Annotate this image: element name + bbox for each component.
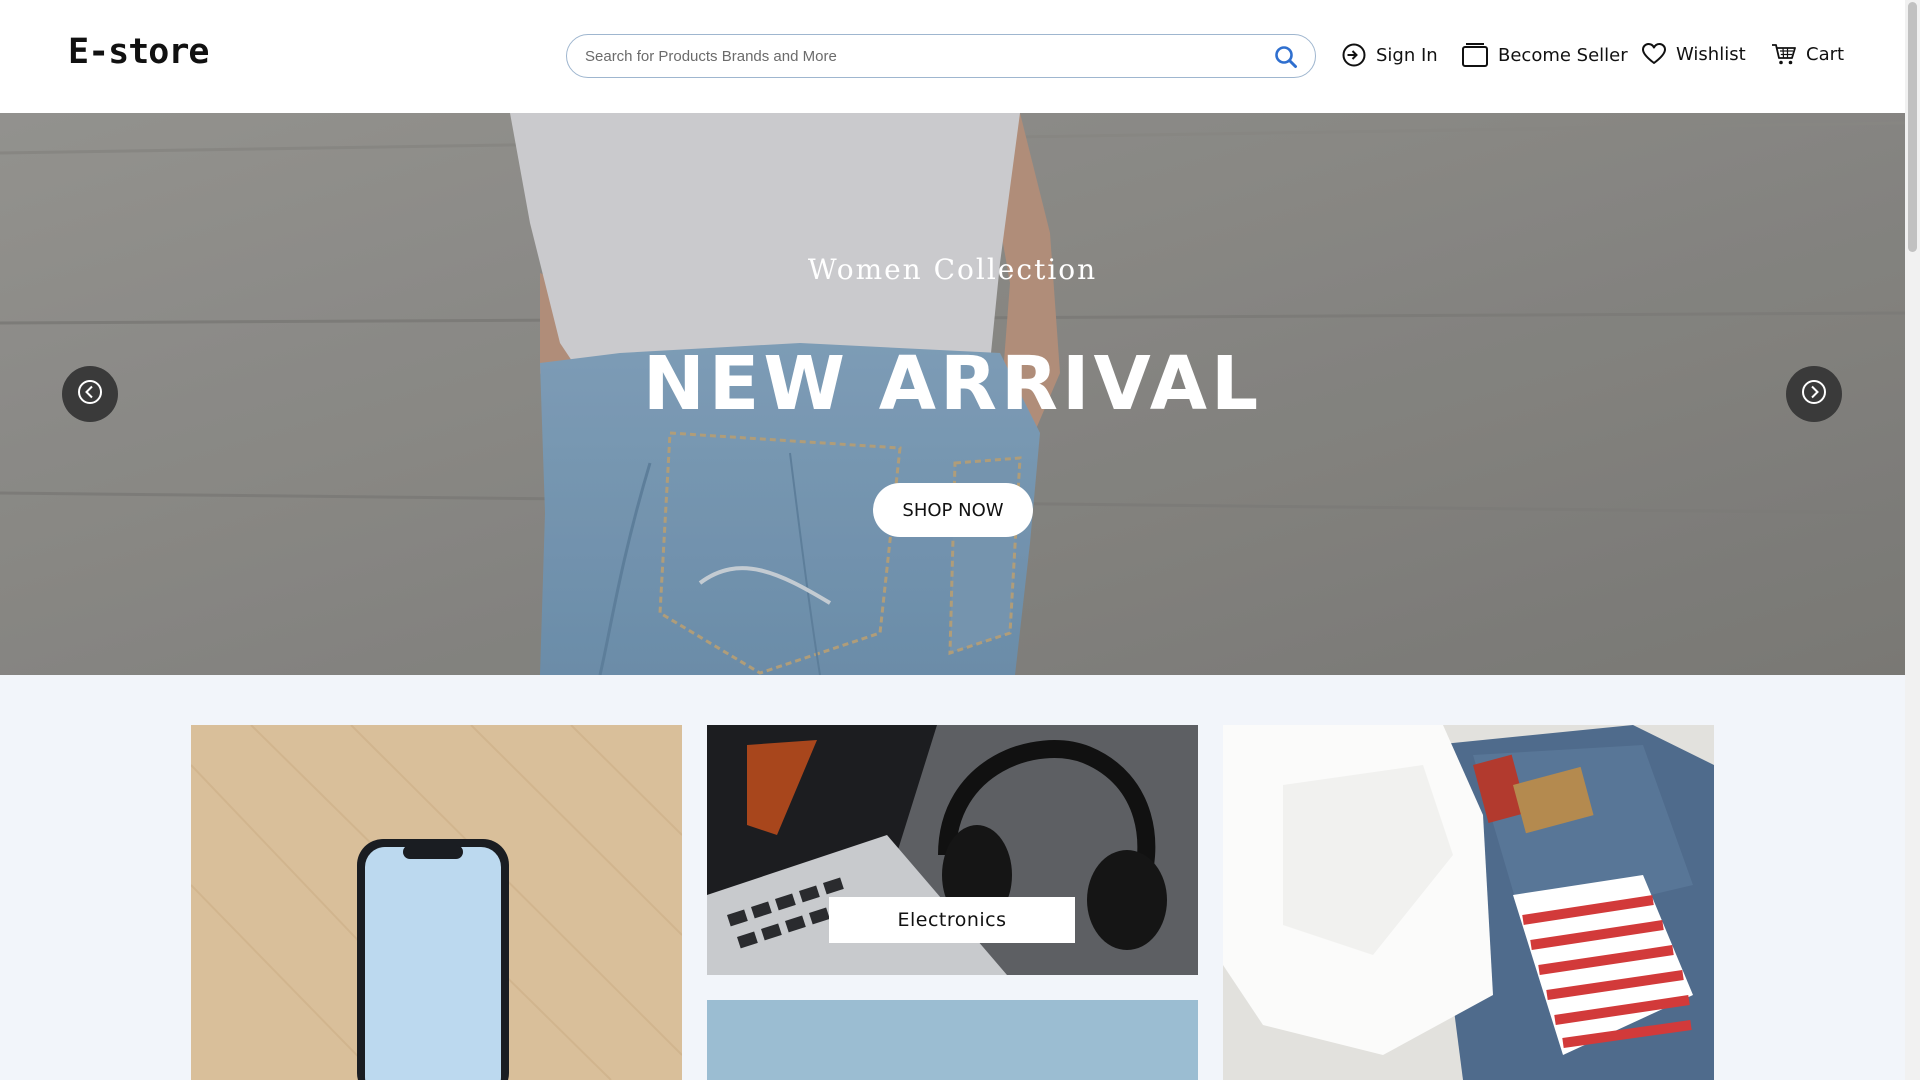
search-input[interactable] (585, 35, 1255, 77)
site-header: E-store Sign In Become Seller (0, 0, 1905, 113)
nav-become-seller[interactable]: Become Seller (1461, 42, 1628, 68)
category-tile-lifestyle[interactable] (707, 1000, 1198, 1080)
category-image (707, 1000, 1198, 1080)
hero-title: NEW ARRIVAL (642, 341, 1263, 427)
chevron-left-icon (76, 378, 104, 410)
scrollbar-thumb[interactable] (1908, 2, 1917, 252)
store-icon (1461, 42, 1489, 68)
nav-sign-in[interactable]: Sign In (1341, 42, 1438, 68)
category-tile-electronics[interactable]: Electronics (707, 725, 1198, 975)
page-scrollbar[interactable] (1905, 0, 1920, 1080)
category-tile-phones[interactable] (191, 725, 682, 1080)
category-tile-fashion[interactable] (1223, 725, 1714, 1080)
chevron-right-icon (1800, 378, 1828, 410)
site-logo[interactable]: E-store (68, 32, 210, 72)
hero-banner: Women Collection NEW ARRIVAL SHOP NOW (0, 113, 1905, 675)
phone-image (191, 725, 682, 1080)
category-label-electronics: Electronics (829, 897, 1075, 943)
nav-wishlist[interactable]: Wishlist (1641, 42, 1746, 66)
heart-icon (1641, 42, 1667, 66)
carousel-next-button[interactable] (1786, 366, 1842, 422)
nav-sign-in-label: Sign In (1376, 44, 1438, 66)
carousel-prev-button[interactable] (62, 366, 118, 422)
clothes-image (1223, 725, 1714, 1080)
cart-icon (1771, 42, 1797, 66)
shop-now-button[interactable]: SHOP NOW (873, 483, 1033, 537)
nav-wishlist-label: Wishlist (1676, 43, 1746, 65)
nav-cart[interactable]: Cart (1771, 42, 1844, 66)
search-bar (566, 34, 1316, 78)
sign-in-icon (1341, 42, 1367, 68)
hero-subtitle: Women Collection (807, 253, 1098, 286)
search-icon[interactable] (1273, 44, 1299, 70)
nav-become-seller-label: Become Seller (1498, 44, 1628, 66)
nav-cart-label: Cart (1806, 43, 1845, 65)
